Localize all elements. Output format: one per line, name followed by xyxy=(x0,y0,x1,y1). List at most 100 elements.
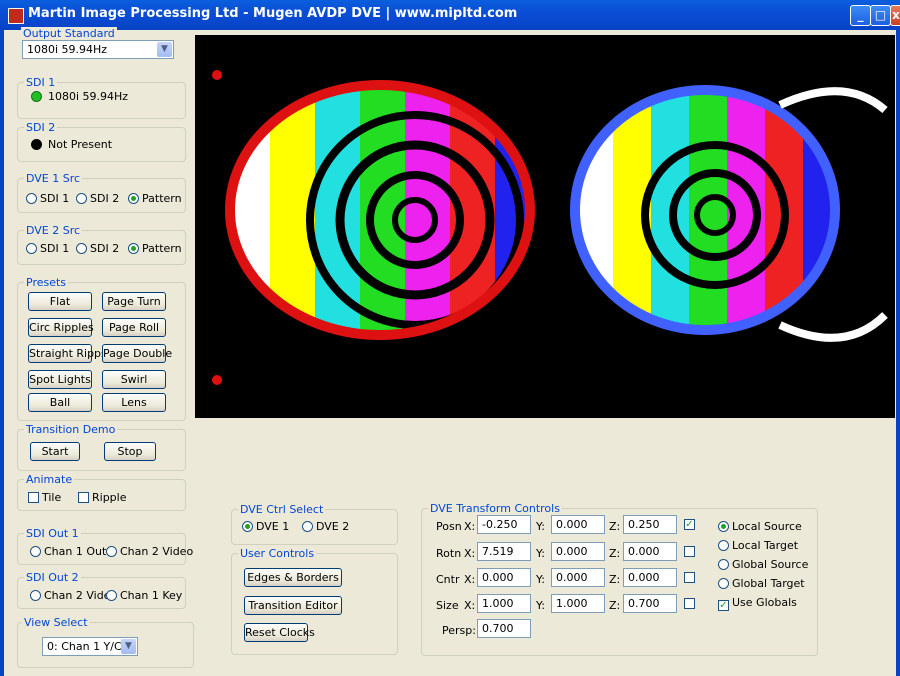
radio-label: SDI 1 xyxy=(40,192,70,205)
dve1-src-sdi1-radio[interactable]: SDI 1 xyxy=(26,192,69,205)
preset-page-roll-button[interactable]: Page Roll xyxy=(102,318,166,337)
checkbox-icon[interactable] xyxy=(78,492,89,503)
dve2-src-title: DVE 2 Src xyxy=(24,224,83,237)
cntr-y-field[interactable]: 0.000 xyxy=(551,568,605,587)
preset-straight-ripps-button[interactable]: Straight Ripps xyxy=(28,344,107,363)
size-z-field[interactable]: 0.700 xyxy=(623,594,677,613)
radio-icon[interactable] xyxy=(26,193,37,204)
user-controls-title: User Controls xyxy=(238,547,317,560)
animate-title: Animate xyxy=(24,473,75,486)
posn-y-field[interactable]: 0.000 xyxy=(551,515,605,534)
radio-icon[interactable] xyxy=(76,243,87,254)
dve1-src-group: DVE 1 Src SDI 1 SDI 2 Pattern xyxy=(17,172,186,213)
preset-page-turn-button[interactable]: Page Turn xyxy=(102,292,166,311)
persp-label: Persp: xyxy=(442,624,476,637)
radio-selected-icon[interactable] xyxy=(242,521,253,532)
tile-checkbox[interactable]: Tile xyxy=(28,491,61,504)
cntr-z-field[interactable]: 0.000 xyxy=(623,568,677,587)
posn-z-field[interactable]: 0.250 xyxy=(623,515,677,534)
rotn-y-field[interactable]: 0.000 xyxy=(551,542,605,561)
preset-swirl-button[interactable]: Swirl xyxy=(102,370,166,389)
radio-icon[interactable] xyxy=(30,546,41,557)
dve2-src-sdi1-radio[interactable]: SDI 1 xyxy=(26,242,69,255)
tile-label: Tile xyxy=(42,491,62,504)
rotn-z-field[interactable]: 0.000 xyxy=(623,542,677,561)
dve2-src-pattern-radio[interactable]: Pattern xyxy=(128,242,182,255)
radio-icon[interactable] xyxy=(106,546,117,557)
sdi2-status-text: Not Present xyxy=(48,138,113,151)
sdi-out1-chan1-out-radio[interactable]: Chan 1 Out xyxy=(30,545,106,558)
posn-label: Posn xyxy=(436,520,462,533)
radio-icon[interactable] xyxy=(26,243,37,254)
axis-y-label: Y: xyxy=(536,547,545,560)
dve-ctrl-dve2-radio[interactable]: DVE 2 xyxy=(302,520,349,533)
local-source-radio[interactable]: Local Source xyxy=(718,520,802,533)
cntr-x-field[interactable]: 0.000 xyxy=(477,568,531,587)
minimize-button[interactable]: _ xyxy=(850,5,871,26)
rotn-x-field[interactable]: 7.519 xyxy=(477,542,531,561)
local-target-radio[interactable]: Local Target xyxy=(718,539,798,552)
chevron-down-icon[interactable]: ▼ xyxy=(121,639,136,654)
dve2-src-sdi2-radio[interactable]: SDI 2 xyxy=(76,242,119,255)
preset-flat-button[interactable]: Flat xyxy=(28,292,92,311)
posn-checkbox[interactable]: ✓ xyxy=(684,519,695,530)
edges-borders-button[interactable]: Edges & Borders xyxy=(244,568,342,587)
dve1-src-title: DVE 1 Src xyxy=(24,172,83,185)
radio-icon[interactable] xyxy=(718,540,729,551)
output-standard-select[interactable]: 1080i 59.94Hz ▼ xyxy=(22,40,174,59)
preset-page-double-button[interactable]: Page Double xyxy=(102,344,172,363)
global-target-radio[interactable]: Global Target xyxy=(718,577,805,590)
axis-x-label: X: xyxy=(464,520,476,533)
radio-icon[interactable] xyxy=(718,578,729,589)
size-y-field[interactable]: 1.000 xyxy=(551,594,605,613)
size-checkbox[interactable] xyxy=(684,598,695,609)
dve1-src-sdi2-radio[interactable]: SDI 2 xyxy=(76,192,119,205)
radio-label: SDI 1 xyxy=(40,242,70,255)
preset-lens-button[interactable]: Lens xyxy=(102,393,166,412)
ripple-checkbox[interactable]: Ripple xyxy=(78,491,127,504)
radio-icon[interactable] xyxy=(76,193,87,204)
radio-icon[interactable] xyxy=(718,559,729,570)
rotn-label: Rotn xyxy=(436,547,462,560)
cntr-checkbox[interactable] xyxy=(684,572,695,583)
checkbox-icon[interactable] xyxy=(28,492,39,503)
sdi2-title: SDI 2 xyxy=(24,121,58,134)
start-button[interactable]: Start xyxy=(30,442,80,461)
title-bar[interactable]: Martin Image Processing Ltd - Mugen AVDP… xyxy=(0,0,900,30)
radio-icon[interactable] xyxy=(302,521,313,532)
preset-ball-button[interactable]: Ball xyxy=(28,393,92,412)
radio-icon[interactable] xyxy=(106,590,117,601)
preset-spot-lights-button[interactable]: Spot Lights xyxy=(28,370,92,389)
sdi1-status-text: 1080i 59.94Hz xyxy=(48,90,129,103)
radio-selected-icon[interactable] xyxy=(718,521,729,532)
size-x-field[interactable]: 1.000 xyxy=(477,594,531,613)
sdi-out2-chan2-video-radio[interactable]: Chan 2 Video xyxy=(30,589,117,602)
radio-label: DVE 2 xyxy=(316,520,350,533)
chevron-down-icon[interactable]: ▼ xyxy=(157,42,172,57)
checkbox-checked-icon[interactable]: ✓ xyxy=(718,600,729,611)
stop-button[interactable]: Stop xyxy=(104,442,156,461)
maximize-button[interactable]: □ xyxy=(870,5,891,26)
sdi-out2-chan1-key-radio[interactable]: Chan 1 Key xyxy=(106,589,182,602)
radio-selected-icon[interactable] xyxy=(128,193,139,204)
use-globals-checkbox[interactable]: ✓ Use Globals xyxy=(718,596,797,611)
posn-x-field[interactable]: -0.250 xyxy=(477,515,531,534)
sdi-out2-group: SDI Out 2 Chan 2 Video Chan 1 Key xyxy=(17,571,186,609)
axis-z-label: Z: xyxy=(609,520,621,533)
dve-ctrl-dve1-radio[interactable]: DVE 1 xyxy=(242,520,289,533)
persp-field[interactable]: 0.700 xyxy=(477,619,531,638)
rotn-checkbox[interactable] xyxy=(684,546,695,557)
reset-clocks-button[interactable]: Reset Clocks xyxy=(244,623,315,642)
radio-icon[interactable] xyxy=(30,590,41,601)
close-button[interactable]: x xyxy=(890,5,900,26)
preset-circ-ripples-button[interactable]: Circ Ripples xyxy=(28,318,94,337)
global-source-radio[interactable]: Global Source xyxy=(718,558,808,571)
radio-selected-icon[interactable] xyxy=(128,243,139,254)
sdi-out1-chan2-video-radio[interactable]: Chan 2 Video xyxy=(106,545,193,558)
axis-y-label: Y: xyxy=(536,520,545,533)
view-select-value: 0: Chan 1 Y/C xyxy=(47,640,122,653)
transition-editor-button[interactable]: Transition Editor xyxy=(244,596,342,615)
dve1-src-pattern-radio[interactable]: Pattern xyxy=(128,192,182,205)
view-select-combo[interactable]: 0: Chan 1 Y/C ▼ xyxy=(42,637,138,656)
sdi-out1-group: SDI Out 1 Chan 1 Out Chan 2 Video xyxy=(17,527,193,565)
